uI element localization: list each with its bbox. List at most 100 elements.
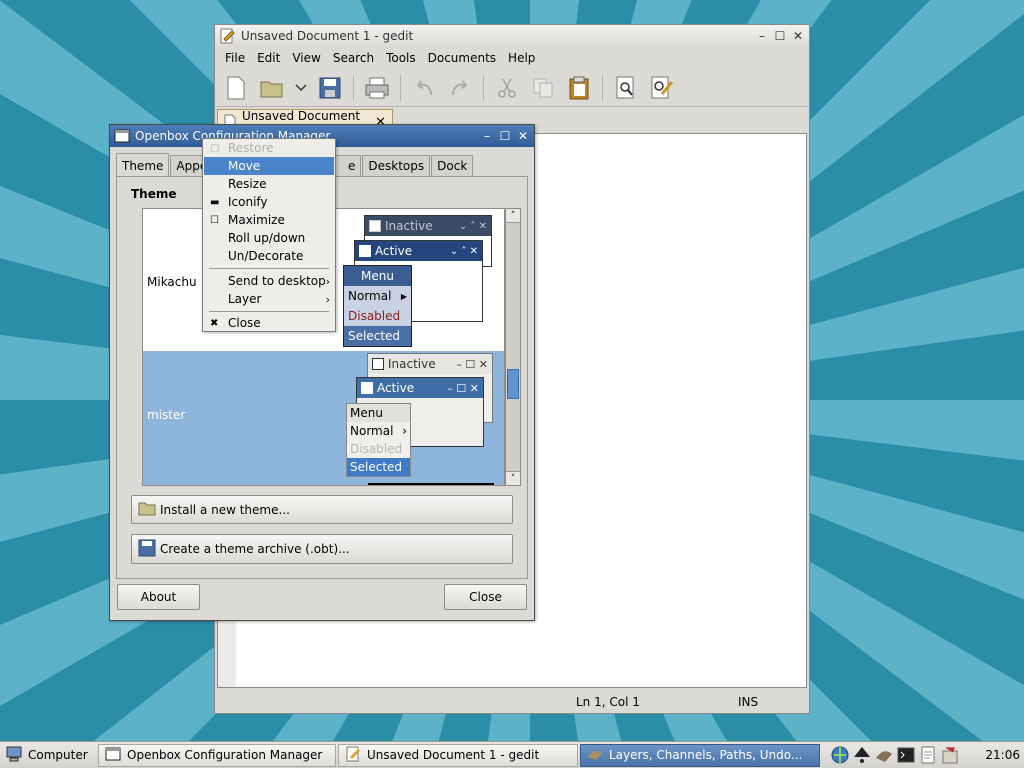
paste-icon[interactable] bbox=[564, 73, 594, 103]
menu-item-maximize[interactable]: ☐ Maximize bbox=[204, 211, 334, 229]
window-icon bbox=[105, 747, 121, 764]
iconify-icon: ▬ bbox=[210, 196, 220, 208]
find-replace-icon[interactable] bbox=[647, 73, 677, 103]
tab-dock[interactable]: Dock bbox=[431, 155, 474, 177]
menu-item-label: Send to desktop bbox=[228, 274, 326, 288]
submenu-arrow-icon: › bbox=[325, 292, 330, 306]
menu-search[interactable]: Search bbox=[327, 51, 380, 65]
gimp-icon bbox=[587, 747, 603, 764]
menu-separator bbox=[209, 268, 329, 269]
clock: 21:06 bbox=[985, 748, 1020, 762]
text-editor-icon[interactable] bbox=[918, 745, 938, 765]
menu-view[interactable]: View bbox=[286, 51, 326, 65]
preview-menu-selected: Selected bbox=[347, 458, 410, 476]
menu-file[interactable]: File bbox=[219, 51, 251, 65]
preview-label: Inactive bbox=[388, 357, 436, 371]
menu-item-label: Maximize bbox=[228, 213, 285, 227]
task-label: Layers, Channels, Paths, Undo... bbox=[609, 748, 803, 762]
menu-documents[interactable]: Documents bbox=[422, 51, 502, 65]
menu-item-undecorate[interactable]: Un/Decorate bbox=[204, 247, 334, 265]
submenu-arrow-icon: › bbox=[325, 274, 330, 288]
gedit-statusbar: Ln 1, Col 1 INS bbox=[215, 691, 809, 713]
preview-menu-selected: Selected bbox=[344, 326, 411, 346]
menu-edit[interactable]: Edit bbox=[251, 51, 286, 65]
preview-menu-disabled: Disabled bbox=[348, 309, 401, 323]
package-manager-icon[interactable] bbox=[940, 745, 960, 765]
preview-menu-disabled: Disabled bbox=[350, 442, 403, 456]
menu-item-iconify[interactable]: ▬ Iconify bbox=[204, 193, 334, 211]
toolbar-separator bbox=[353, 74, 354, 101]
start-label: Computer bbox=[28, 748, 88, 762]
minimize-button[interactable]: – bbox=[755, 29, 769, 43]
minimize-button[interactable]: – bbox=[480, 129, 494, 143]
task-gimp-layers[interactable]: Layers, Channels, Paths, Undo... bbox=[580, 743, 820, 767]
archive-label: Create a theme archive (.obt)... bbox=[160, 542, 350, 556]
save-icon[interactable] bbox=[315, 73, 345, 103]
window-icon bbox=[372, 358, 384, 370]
menu-item-move[interactable]: Move bbox=[204, 157, 334, 175]
undo-icon[interactable] bbox=[409, 73, 439, 103]
computer-icon bbox=[6, 746, 22, 765]
menu-item-label: Close bbox=[228, 316, 261, 330]
maximize-button[interactable]: ☐ bbox=[498, 129, 512, 143]
gimp-tray-icon[interactable] bbox=[874, 745, 894, 765]
network-icon[interactable] bbox=[830, 745, 850, 765]
close-button[interactable]: ✕ bbox=[516, 129, 530, 143]
task-label: Openbox Configuration Manager bbox=[127, 748, 323, 762]
install-label: Install a new theme... bbox=[160, 502, 290, 517]
install-theme-button[interactable]: Install a new theme... bbox=[131, 495, 513, 524]
toolbar-separator bbox=[400, 74, 401, 101]
close-icon: ✖ bbox=[210, 317, 219, 329]
preview-menu-title: Menu bbox=[344, 266, 411, 286]
menu-help[interactable]: Help bbox=[502, 51, 541, 65]
new-document-icon[interactable] bbox=[221, 73, 251, 103]
window-icon bbox=[359, 245, 371, 257]
tab-theme[interactable]: Theme bbox=[116, 153, 170, 177]
scroll-down-icon[interactable]: ˅ bbox=[506, 471, 520, 485]
task-gedit[interactable]: Unsaved Document 1 - gedit bbox=[338, 743, 578, 767]
cut-icon[interactable] bbox=[492, 73, 522, 103]
gedit-titlebar[interactable]: Unsaved Document 1 - gedit – ☐ ✕ bbox=[215, 25, 809, 47]
theme-name: Mikachu bbox=[147, 275, 197, 289]
about-button[interactable]: About bbox=[117, 584, 200, 610]
print-icon[interactable] bbox=[362, 73, 392, 103]
menu-item-label: Un/Decorate bbox=[228, 249, 304, 263]
scroll-up-icon[interactable]: ˄ bbox=[506, 209, 520, 223]
menu-item-label: Restore bbox=[228, 141, 274, 155]
menu-item-send-to-desktop[interactable]: Send to desktop › bbox=[204, 272, 334, 290]
menu-item-restore[interactable]: ▢ Restore bbox=[204, 139, 334, 157]
theme-row-mister[interactable]: mister Inactive – ☐ ✕ Active – ☐ ✕ Menu No… bbox=[143, 351, 504, 485]
close-button[interactable]: ✕ bbox=[791, 29, 805, 43]
preview-menu: Menu Normal › Disabled Selected bbox=[346, 403, 411, 477]
task-openbox-config[interactable]: Openbox Configuration Manager bbox=[98, 743, 336, 767]
find-icon[interactable] bbox=[611, 73, 641, 103]
window-icon bbox=[361, 382, 373, 394]
start-button[interactable]: Computer bbox=[0, 744, 96, 767]
redo-icon[interactable] bbox=[445, 73, 475, 103]
menu-item-layer[interactable]: Layer › bbox=[204, 290, 334, 308]
menu-tools[interactable]: Tools bbox=[380, 51, 422, 65]
maximize-button[interactable]: ☐ bbox=[773, 29, 787, 43]
create-archive-button[interactable]: Create a theme archive (.obt)... bbox=[131, 534, 513, 564]
tab-desktops[interactable]: Desktops bbox=[362, 155, 431, 177]
open-folder-icon[interactable] bbox=[257, 73, 287, 103]
close-dialog-button[interactable]: Close bbox=[444, 584, 527, 610]
open-dropdown-icon[interactable] bbox=[293, 73, 309, 103]
theme-list-scrollbar[interactable]: ˄ ˅ bbox=[505, 208, 521, 486]
terminal-icon[interactable] bbox=[896, 745, 916, 765]
gedit-icon bbox=[345, 746, 361, 765]
menu-separator bbox=[209, 311, 329, 312]
task-label: Unsaved Document 1 - gedit bbox=[367, 748, 540, 762]
theme-name: mister bbox=[147, 408, 186, 422]
menu-item-resize[interactable]: Resize bbox=[204, 175, 334, 193]
menu-item-rollup[interactable]: Roll up/down bbox=[204, 229, 334, 247]
folder-icon bbox=[138, 500, 156, 519]
preview-label: Inactive bbox=[385, 219, 433, 233]
toolbar-separator bbox=[602, 74, 603, 101]
menu-item-label: Iconify bbox=[228, 195, 268, 209]
menu-item-close[interactable]: ✖ Close bbox=[204, 314, 334, 332]
insert-mode: INS bbox=[738, 695, 759, 709]
copy-icon[interactable] bbox=[528, 73, 558, 103]
inkscape-icon[interactable] bbox=[852, 745, 872, 765]
scroll-thumb[interactable] bbox=[507, 369, 519, 399]
